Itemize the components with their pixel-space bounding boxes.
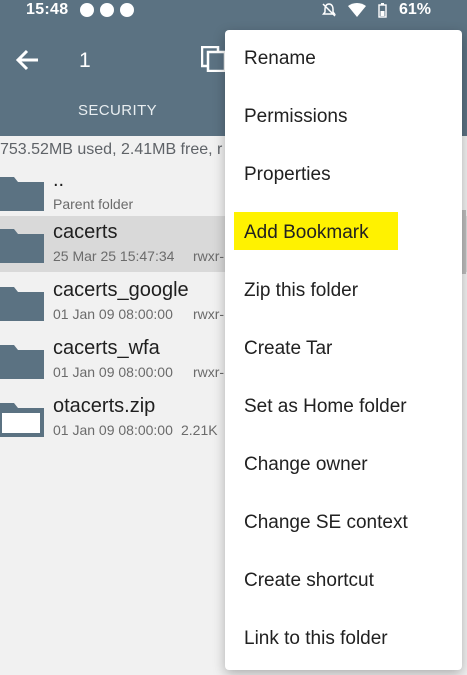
menu-item-properties[interactable]: Properties: [225, 146, 462, 204]
archive-icon: [0, 403, 44, 437]
file-name: cacerts_google: [53, 279, 189, 301]
storage-summary: 753.52MB used, 2.41MB free, r: [0, 141, 223, 158]
menu-item-label: Zip this folder: [244, 280, 359, 301]
back-arrow-icon[interactable]: [14, 46, 42, 74]
menu-item-label: Properties: [244, 164, 331, 185]
menu-item-label: Link to this folder: [244, 628, 388, 649]
menu-item-label: Create Tar: [244, 338, 333, 359]
menu-item-set-home-folder[interactable]: Set as Home folder: [225, 378, 462, 436]
menu-item-zip-folder[interactable]: Zip this folder: [225, 262, 462, 320]
menu-item-label: Change owner: [244, 454, 368, 475]
menu-item-link-folder[interactable]: Link to this folder: [225, 610, 462, 668]
menu-item-create-shortcut[interactable]: Create shortcut: [225, 552, 462, 610]
file-name: cacerts_wfa: [53, 337, 160, 359]
notification-icons: [80, 3, 134, 17]
file-name: ..: [53, 169, 65, 191]
gallery-icon: [120, 3, 134, 17]
folder-icon: [0, 229, 44, 263]
status-bar: 15:48 61%: [0, 0, 467, 20]
menu-item-label: Add Bookmark: [244, 222, 369, 243]
status-time: 15:48: [26, 1, 69, 18]
file-meta: 01 Jan 09 08:00:00: [53, 306, 173, 322]
menu-item-label: Permissions: [244, 106, 348, 127]
battery-percent: 61%: [398, 1, 431, 18]
file-permissions: rwxr-: [193, 248, 225, 264]
file-size: 2.21K: [181, 422, 218, 438]
menu-item-rename[interactable]: Rename: [225, 30, 462, 88]
scrollbar[interactable]: [462, 210, 466, 274]
menu-item-add-bookmark[interactable]: Add Bookmark: [225, 204, 462, 262]
tab-security[interactable]: SECURITY: [78, 102, 157, 119]
chrome-icon: [100, 3, 114, 17]
menu-item-label: Create shortcut: [244, 570, 374, 591]
menu-item-label: Rename: [244, 48, 316, 69]
battery-icon: [378, 2, 387, 18]
copy-icon[interactable]: [201, 46, 227, 72]
menu-item-change-owner[interactable]: Change owner: [225, 436, 462, 494]
menu-item-permissions[interactable]: Permissions: [225, 88, 462, 146]
wifi-icon: [347, 3, 366, 17]
file-meta: 25 Mar 25 15:47:34: [53, 248, 175, 264]
menu-item-change-se-context[interactable]: Change SE context: [225, 494, 462, 552]
folder-icon: [0, 287, 44, 321]
menu-item-label: Change SE context: [244, 512, 408, 533]
facebook-icon: [80, 3, 94, 17]
menu-item-label: Set as Home folder: [244, 396, 407, 417]
mute-icon: [321, 3, 336, 17]
context-menu: Rename Permissions Properties Add Bookma…: [225, 30, 462, 670]
file-meta: Parent folder: [53, 196, 134, 212]
file-permissions: rwxr-: [193, 306, 225, 322]
folder-icon: [0, 345, 44, 379]
file-meta: 01 Jan 09 08:00:00: [53, 364, 173, 380]
file-name: cacerts: [53, 221, 118, 243]
file-name: otacerts.zip: [53, 395, 156, 417]
file-meta: 01 Jan 09 08:00:00: [53, 422, 173, 438]
system-icons: 61%: [321, 1, 431, 19]
app-bar-title: 1: [79, 49, 91, 72]
file-permissions: rwxr-: [193, 364, 225, 380]
folder-icon: [0, 177, 44, 211]
menu-item-create-tar[interactable]: Create Tar: [225, 320, 462, 378]
